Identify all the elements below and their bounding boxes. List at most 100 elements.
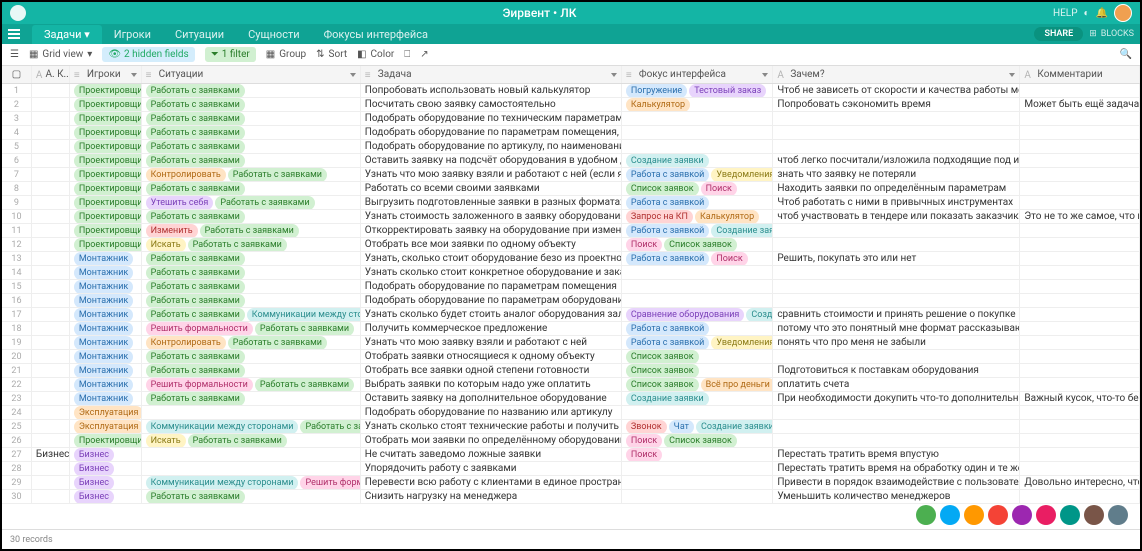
table-row[interactable]: 14МонтажникРаботать с заявкамиУзнать ско… [2, 266, 1140, 280]
cell[interactable]: Монтажник [70, 252, 142, 265]
cell[interactable]: Проектировщик [70, 140, 142, 153]
col-header[interactable]: AКомментарии [1020, 66, 1140, 83]
cell[interactable]: Работать с заявками [142, 252, 361, 265]
cell[interactable]: Проектировщик [70, 168, 142, 181]
table-row[interactable]: 1Проектировщик 2Работать с заявкамиПопро… [2, 84, 1140, 98]
group-button[interactable]: ▦ Group [266, 49, 306, 60]
cell[interactable] [622, 126, 773, 139]
table-row[interactable]: 22МонтажникРешить формальностиРаботать с… [2, 378, 1140, 392]
cell[interactable]: Поиск [622, 448, 773, 461]
cell[interactable]: сравнить стоимости и принять решение о п… [773, 308, 1020, 321]
cell[interactable] [622, 140, 773, 153]
cell[interactable] [773, 224, 1020, 237]
row-number-header[interactable]: ▢ [2, 66, 32, 83]
blocks-button[interactable]: ⊞ BLOCKS [1089, 29, 1134, 39]
table-tab[interactable]: Сущности [236, 25, 311, 44]
cell[interactable]: Список заявок [622, 364, 773, 377]
cell[interactable]: Подобрать оборудование по параметрам пом… [361, 280, 622, 293]
avatar[interactable] [1114, 4, 1132, 22]
cell[interactable] [1020, 252, 1140, 265]
data-grid[interactable]: ▢ AА. К... ≡Игроки ≡Ситуации ≡Задача ≡Фо… [2, 66, 1140, 527]
cell[interactable]: Получить коммерческое предложение [361, 322, 622, 335]
cell[interactable] [622, 266, 773, 279]
cell[interactable]: Работать с заявками [142, 182, 361, 195]
cell[interactable] [32, 280, 70, 293]
cell[interactable]: Находить заявки по определённым параметр… [773, 182, 1020, 195]
table-row[interactable]: 10ПроектировщикРаботать с заявкамиУзнать… [2, 210, 1140, 224]
cell[interactable] [1020, 462, 1140, 475]
cell[interactable] [1020, 350, 1140, 363]
cell[interactable] [773, 238, 1020, 251]
row-number[interactable]: 29 [2, 476, 32, 489]
cell[interactable]: Список заявок [622, 350, 773, 363]
cell[interactable] [142, 462, 361, 475]
row-number[interactable]: 21 [2, 364, 32, 377]
cell[interactable]: Перестать тратить время впустую [773, 448, 1020, 461]
cell[interactable]: Коммуникации между сторонамиРаботать с з… [142, 420, 361, 433]
cell[interactable]: Проектировщик [70, 98, 142, 111]
cell[interactable]: Работа с заявкойПоиск [622, 252, 773, 265]
cell[interactable] [32, 462, 70, 475]
cell[interactable] [1020, 448, 1140, 461]
cell[interactable] [1020, 378, 1140, 391]
collaborator-avatar[interactable] [1036, 505, 1056, 525]
search-icon[interactable]: 🔍 [1120, 49, 1132, 60]
cell[interactable]: Работать со всеми своими заявками [361, 182, 622, 195]
table-row[interactable]: 11ПроектировщикИзменитьРаботать с заявка… [2, 224, 1140, 238]
row-number[interactable]: 28 [2, 462, 32, 475]
cell[interactable]: Монтажник [70, 308, 142, 321]
cell[interactable]: Список заявокВсё про деньги [622, 378, 773, 391]
cell[interactable]: чтоб участвовать в тендере или показать … [773, 210, 1020, 223]
cell[interactable] [32, 224, 70, 237]
sort-button[interactable]: ⇅ Sort [316, 49, 347, 60]
cell[interactable]: Выгрузить подготовленные заявки в разных… [361, 196, 622, 209]
cell[interactable]: ИзменитьРаботать с заявками [142, 224, 361, 237]
cell[interactable] [32, 378, 70, 391]
cell[interactable]: потому что это понятный мне формат расск… [773, 322, 1020, 335]
cell[interactable]: Работа с заявкойУведомления [622, 168, 773, 181]
cell[interactable] [622, 490, 773, 503]
table-row[interactable]: 5ПроектировщикРаботать с заявкамиПодобра… [2, 140, 1140, 154]
cell[interactable]: Коммуникации между сторонамиРешить форма… [142, 476, 361, 489]
table-row[interactable]: 23МонтажникРаботать с заявкамиОставить з… [2, 392, 1140, 406]
col-header[interactable]: ≡Задача [361, 66, 622, 83]
cell[interactable]: Бизнес [70, 462, 142, 475]
cell[interactable]: Работа с заявкой [622, 196, 773, 209]
cell[interactable]: Уменьшить количество менеджеров [773, 490, 1020, 503]
row-number[interactable]: 7 [2, 168, 32, 181]
cell[interactable]: ПоискСписок заявок [622, 238, 773, 251]
cell[interactable]: Откорректировать заявку на оборудование … [361, 224, 622, 237]
cell[interactable] [32, 406, 70, 419]
views-menu[interactable]: ☰ [10, 49, 19, 60]
cell[interactable]: КонтролироватьРаботать с заявками [142, 336, 361, 349]
cell[interactable] [1020, 154, 1140, 167]
table-row[interactable]: 17МонтажникРаботать с заявкамиКоммуникац… [2, 308, 1140, 322]
row-number[interactable]: 11 [2, 224, 32, 237]
cell[interactable]: Подготовиться к поставкам оборудования [773, 364, 1020, 377]
cell[interactable]: Монтажник [70, 266, 142, 279]
share-button[interactable]: SHARE [1034, 27, 1083, 41]
cell[interactable]: Довольно интересно, что бизнесо... [1020, 476, 1140, 489]
collaborator-avatar[interactable] [940, 505, 960, 525]
cell[interactable]: Проектировщик [70, 126, 142, 139]
cell[interactable]: Работать с заявками [142, 112, 361, 125]
col-header[interactable]: ≡Фокус интерфейса [622, 66, 773, 83]
cell[interactable]: Сравнение оборудованияСоздание заявки [622, 308, 773, 321]
row-number[interactable]: 25 [2, 420, 32, 433]
help-icon[interactable]: ◐ [1084, 8, 1090, 19]
table-row[interactable]: 15МонтажникРаботать с заявкамиПодобрать … [2, 280, 1140, 294]
cell[interactable]: Работать с заявками [142, 280, 361, 293]
cell[interactable] [1020, 322, 1140, 335]
cell[interactable]: Эксплуатация [70, 406, 142, 419]
cell[interactable] [622, 280, 773, 293]
cell[interactable] [773, 126, 1020, 139]
menu-icon[interactable] [8, 25, 26, 43]
cell[interactable]: Список заявокПоиск [622, 182, 773, 195]
cell[interactable]: Оставить заявку на подсчёт оборудования … [361, 154, 622, 167]
cell[interactable]: Работать с заявками [142, 154, 361, 167]
cell[interactable]: При необходимости докупить что-то дополн… [773, 392, 1020, 405]
cell[interactable] [622, 112, 773, 125]
cell[interactable]: Выбрать заявки по которым надо уже оплат… [361, 378, 622, 391]
cell[interactable] [1020, 266, 1140, 279]
row-number[interactable]: 9 [2, 196, 32, 209]
